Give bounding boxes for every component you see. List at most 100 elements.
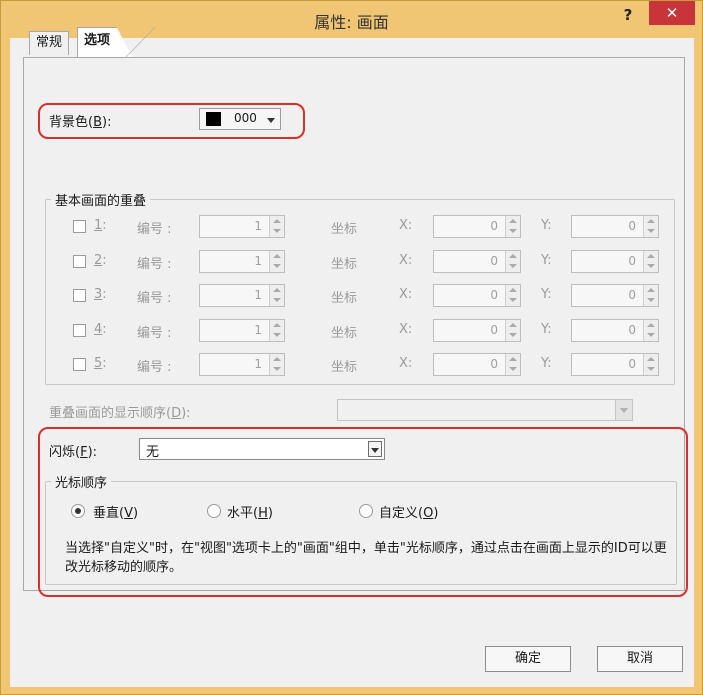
chevron-up-icon: [273, 288, 281, 292]
radio-vertical-label[interactable]: 垂直(V): [93, 502, 138, 521]
overlay-checkbox[interactable]: [73, 358, 86, 371]
screen-number-stepper[interactable]: 1: [199, 353, 285, 376]
x-stepper[interactable]: 0: [433, 250, 521, 273]
y-stepper[interactable]: 0: [571, 353, 659, 376]
overlay-order-dropdown-button[interactable]: [615, 400, 632, 420]
stepper-buttons[interactable]: [505, 320, 520, 341]
flash-select[interactable]: 无: [139, 438, 385, 460]
overlay-checkbox[interactable]: [73, 220, 86, 233]
overlay-row-label: 2:: [94, 253, 107, 268]
x-value: 0: [490, 288, 498, 302]
screen-number-value: 1: [254, 288, 262, 302]
stepper-buttons[interactable]: [269, 354, 284, 375]
coordinate-label: 坐标: [331, 222, 358, 237]
overlay-checkbox[interactable]: [73, 324, 86, 337]
overlay-row-label: 1:: [94, 218, 107, 233]
screen-number-label: 编号 :: [137, 257, 172, 272]
chevron-up-icon: [647, 357, 655, 361]
chevron-down-icon: [647, 367, 655, 371]
cancel-button[interactable]: 取消: [597, 646, 683, 672]
stepper-buttons[interactable]: [269, 320, 284, 341]
chevron-down-icon: [647, 298, 655, 302]
stepper-buttons[interactable]: [643, 320, 658, 341]
stepper-buttons[interactable]: [269, 251, 284, 272]
flash-label-text: 闪烁(: [49, 445, 81, 460]
radio-horizontal-hotkey: H: [258, 506, 268, 521]
radio-horizontal[interactable]: [207, 504, 221, 518]
chevron-up-icon: [273, 219, 281, 223]
radio-horizontal-suffix: ): [267, 506, 273, 521]
cursor-order-group-title: 光标顺序: [51, 472, 112, 491]
close-button[interactable]: ✕: [649, 1, 695, 25]
stepper-buttons[interactable]: [269, 285, 284, 306]
overlay-row-suffix: :: [102, 218, 107, 233]
stepper-buttons[interactable]: [505, 251, 520, 272]
stepper-buttons[interactable]: [643, 251, 658, 272]
radio-horizontal-label[interactable]: 水平(H): [227, 502, 273, 521]
chevron-down-icon: [509, 229, 517, 233]
overlay-order-suffix: ):: [181, 406, 191, 421]
stepper-buttons[interactable]: [643, 354, 658, 375]
stepper-buttons[interactable]: [505, 216, 520, 237]
overlay-row-suffix: :: [102, 253, 107, 268]
screen-number-stepper[interactable]: 1: [199, 319, 285, 342]
ok-button[interactable]: 确定: [485, 646, 571, 672]
overlay-order-label-text: 重叠画面的显示顺序(: [49, 406, 172, 421]
flash-label: 闪烁(F):: [49, 441, 97, 460]
stepper-buttons[interactable]: [505, 354, 520, 375]
tab-general[interactable]: 常规: [29, 31, 70, 55]
coordinate-label: 坐标: [331, 257, 358, 272]
background-color-suffix: ):: [102, 115, 112, 130]
y-label: Y:: [541, 322, 552, 337]
help-button[interactable]: ?: [613, 4, 643, 26]
stepper-buttons[interactable]: [643, 285, 658, 306]
chevron-down-icon: [273, 264, 281, 268]
x-stepper[interactable]: 0: [433, 319, 521, 342]
radio-horizontal-text: 水平(: [227, 506, 259, 521]
background-color-picker[interactable]: 000: [199, 108, 281, 130]
stepper-buttons[interactable]: [505, 285, 520, 306]
y-stepper[interactable]: 0: [571, 284, 659, 307]
y-stepper[interactable]: 0: [571, 319, 659, 342]
screen-number-stepper[interactable]: 1: [199, 250, 285, 273]
screen-number-label: 编号 :: [137, 222, 172, 237]
cursor-order-note: 当选择"自定义"时，在"视图"选项卡上的"画面"组中，单击"光标顺序，通过点击在…: [65, 541, 667, 575]
overlay-row-suffix: :: [102, 356, 107, 371]
flash-dropdown-button[interactable]: [368, 441, 382, 457]
overlay-checkbox[interactable]: [73, 289, 86, 302]
overlay-row-suffix: :: [102, 322, 107, 337]
y-value: 0: [628, 288, 636, 302]
y-stepper[interactable]: 0: [571, 215, 659, 238]
chevron-up-icon: [273, 357, 281, 361]
x-value: 0: [490, 357, 498, 371]
overlay-checkbox[interactable]: [73, 255, 86, 268]
stepper-buttons[interactable]: [643, 216, 658, 237]
y-label: Y:: [541, 218, 552, 233]
y-value: 0: [628, 219, 636, 233]
chevron-down-icon: [273, 367, 281, 371]
coordinate-label: 坐标: [331, 291, 358, 306]
x-value: 0: [490, 254, 498, 268]
x-stepper[interactable]: 0: [433, 353, 521, 376]
coordinate-label: 坐标: [331, 360, 358, 375]
overlay-order-select[interactable]: [337, 399, 633, 421]
radio-custom[interactable]: [359, 504, 373, 518]
y-stepper[interactable]: 0: [571, 250, 659, 273]
screen-number-stepper[interactable]: 1: [199, 284, 285, 307]
y-label: Y:: [541, 253, 552, 268]
chevron-down-icon: [509, 367, 517, 371]
chevron-down-icon: [267, 118, 275, 123]
flash-value: 无: [146, 445, 160, 460]
overlay-order-label: 重叠画面的显示顺序(D):: [49, 402, 191, 421]
background-color-label: 背景色(B):: [49, 111, 111, 130]
radio-custom-label[interactable]: 自定义(O): [379, 502, 438, 521]
screen-number-value: 1: [254, 357, 262, 371]
radio-vertical[interactable]: [71, 504, 85, 518]
x-stepper[interactable]: 0: [433, 284, 521, 307]
screen-number-value: 1: [254, 323, 262, 337]
screen-number-label: 编号 :: [137, 291, 172, 306]
stepper-buttons[interactable]: [269, 216, 284, 237]
radio-vertical-text: 垂直(: [93, 506, 125, 521]
screen-number-stepper[interactable]: 1: [199, 215, 285, 238]
x-stepper[interactable]: 0: [433, 215, 521, 238]
